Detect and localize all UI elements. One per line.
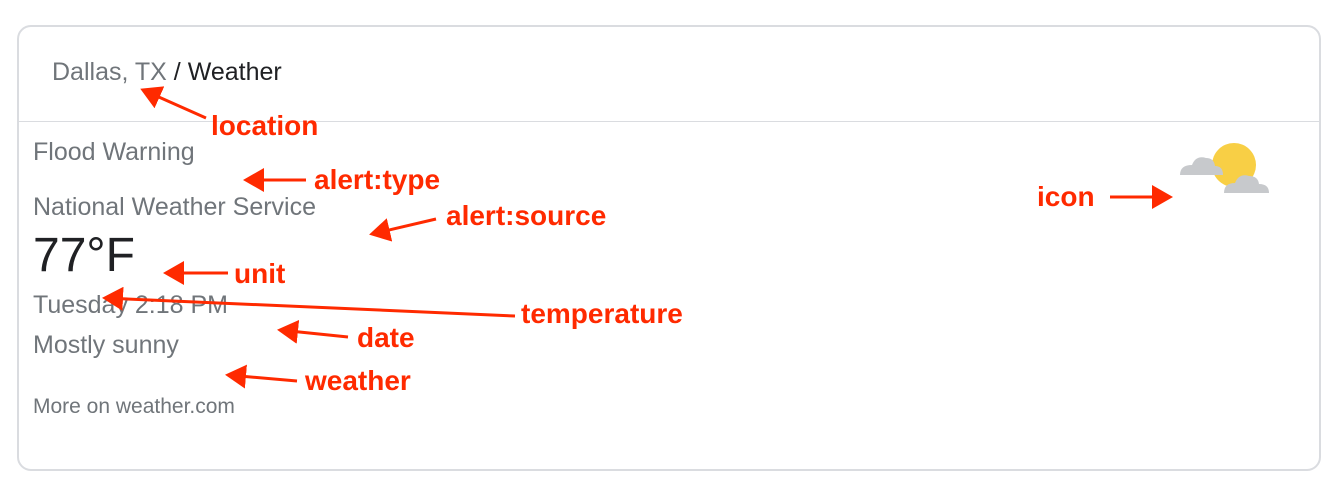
annotation-temperature: temperature [521,298,683,329]
breadcrumb: Dallas, TX / Weather [52,58,282,87]
more-on-weather-link[interactable]: More on weather.com [33,395,235,419]
breadcrumb-page: Weather [187,58,282,86]
breadcrumb-location[interactable]: Dallas, TX [52,58,167,86]
breadcrumb-separator: / [166,58,188,86]
alert-type[interactable]: Flood Warning [33,138,195,167]
card-header: Dallas, TX / Weather [19,27,1319,122]
temperature-value: 77 [33,229,87,282]
alert-source: National Weather Service [33,193,317,221]
temperature-unit[interactable]: °F [86,229,135,282]
weather-condition: Mostly sunny [33,331,179,359]
date-time: Tuesday 2:18 PM [33,291,229,319]
temperature-display: 77°F [33,228,135,283]
annotation-alert-source: alert:source [446,200,607,231]
partly-sunny-icon [1180,143,1269,193]
annotation-unit: unit [234,258,286,289]
annotation-weather: weather [305,365,411,396]
annotation-alert-type: alert:type [314,164,441,195]
annotation-date: date [357,322,415,353]
annotation-icon: icon [1037,181,1095,212]
annotation-location: location [211,110,319,141]
